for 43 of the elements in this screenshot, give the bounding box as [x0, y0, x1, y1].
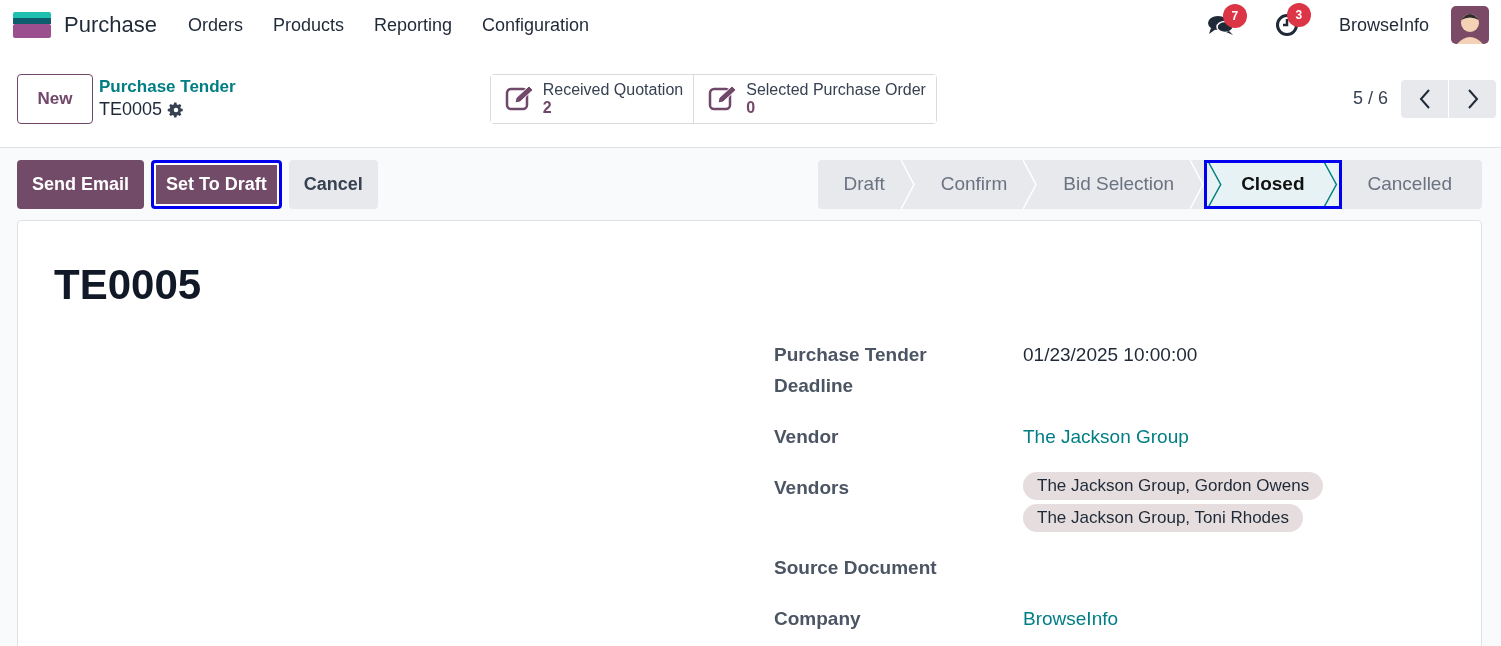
pager-value: 5 / 6 — [1352, 88, 1388, 109]
chevron-left-icon — [1417, 87, 1432, 110]
field-label: Source Document — [774, 556, 938, 580]
chevron-separator-icon — [900, 159, 915, 209]
new-button[interactable]: New — [17, 73, 93, 124]
chevron-right-icon — [1465, 87, 1480, 110]
record-title: TE0005 — [54, 261, 203, 309]
notification-badge: 7 — [1222, 4, 1247, 28]
action-button[interactable]: Send Email — [17, 159, 145, 209]
field-label: Company — [774, 607, 862, 631]
chevron-outline-icon — [1207, 162, 1339, 206]
menu-item[interactable]: Configuration — [482, 14, 590, 36]
smart-button[interactable]: Received Quotation 2 — [490, 74, 695, 123]
app-name[interactable]: Purchase — [64, 12, 157, 38]
chevron-separator-icon — [1023, 159, 1038, 209]
chevron-separator-icon — [1190, 159, 1205, 209]
vendor-tag[interactable]: The Jackson Group, Toni Rhodes — [1023, 504, 1303, 532]
secondary-button[interactable]: Cancel — [288, 159, 378, 209]
status-stage[interactable]: Closed — [1204, 159, 1342, 209]
field-label: Vendor — [774, 425, 840, 449]
breadcrumb-link[interactable]: Purchase Tender — [99, 77, 236, 97]
action-button[interactable]: Set To Draft — [151, 159, 282, 209]
menu-item[interactable]: Reporting — [374, 14, 453, 36]
status-stage[interactable]: Bid Selection — [1037, 159, 1205, 209]
next-button[interactable] — [1449, 79, 1496, 118]
status-stage[interactable]: Confirm — [914, 159, 1038, 209]
app-logo-icon[interactable] — [13, 12, 51, 38]
vendor-tag[interactable]: The Jackson Group, Gordon Owens — [1023, 472, 1324, 500]
avatar-icon[interactable] — [1451, 6, 1489, 44]
field-label: Purchase Tender Deadline — [774, 343, 928, 398]
menu-item[interactable]: Products — [272, 14, 344, 36]
field-label: Vendors — [774, 476, 850, 500]
previous-button[interactable] — [1401, 79, 1448, 118]
field-link[interactable]: The Jackson Group — [1023, 426, 1189, 447]
field-value: 01/23/2025 10:00:00 — [1023, 344, 1198, 365]
record-name: TE0005 — [99, 99, 163, 120]
status-stage[interactable]: Cancelled — [1341, 159, 1482, 209]
status-stage[interactable]: Draft — [817, 159, 915, 209]
company-name[interactable]: BrowseInfo — [1338, 14, 1429, 36]
field-link[interactable]: BrowseInfo — [1023, 608, 1119, 629]
menu-item[interactable]: Orders — [187, 14, 243, 36]
notification-badge: 3 — [1286, 3, 1311, 27]
settings-icon[interactable] — [167, 100, 186, 119]
